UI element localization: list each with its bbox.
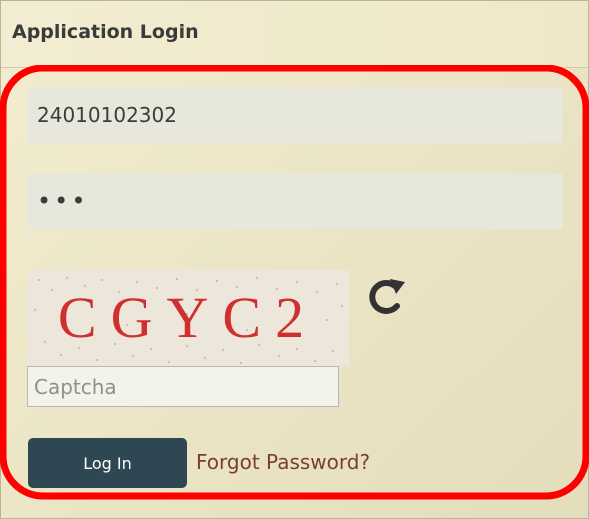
refresh-icon[interactable]: [361, 276, 409, 316]
page-title: Application Login: [12, 21, 199, 43]
panel-header: Application Login: [1, 1, 588, 68]
captcha-image: CGYC2: [27, 270, 349, 366]
login-panel: Application Login 24010102302 ••• CGYC2 …: [0, 0, 589, 519]
username-field[interactable]: 24010102302: [27, 87, 563, 143]
captcha-text: CGYC2: [58, 285, 318, 350]
login-button[interactable]: Log In: [28, 438, 187, 488]
forgot-password-link[interactable]: Forgot Password?: [196, 450, 370, 474]
password-field[interactable]: •••: [27, 173, 563, 229]
captcha-input[interactable]: [27, 366, 339, 407]
